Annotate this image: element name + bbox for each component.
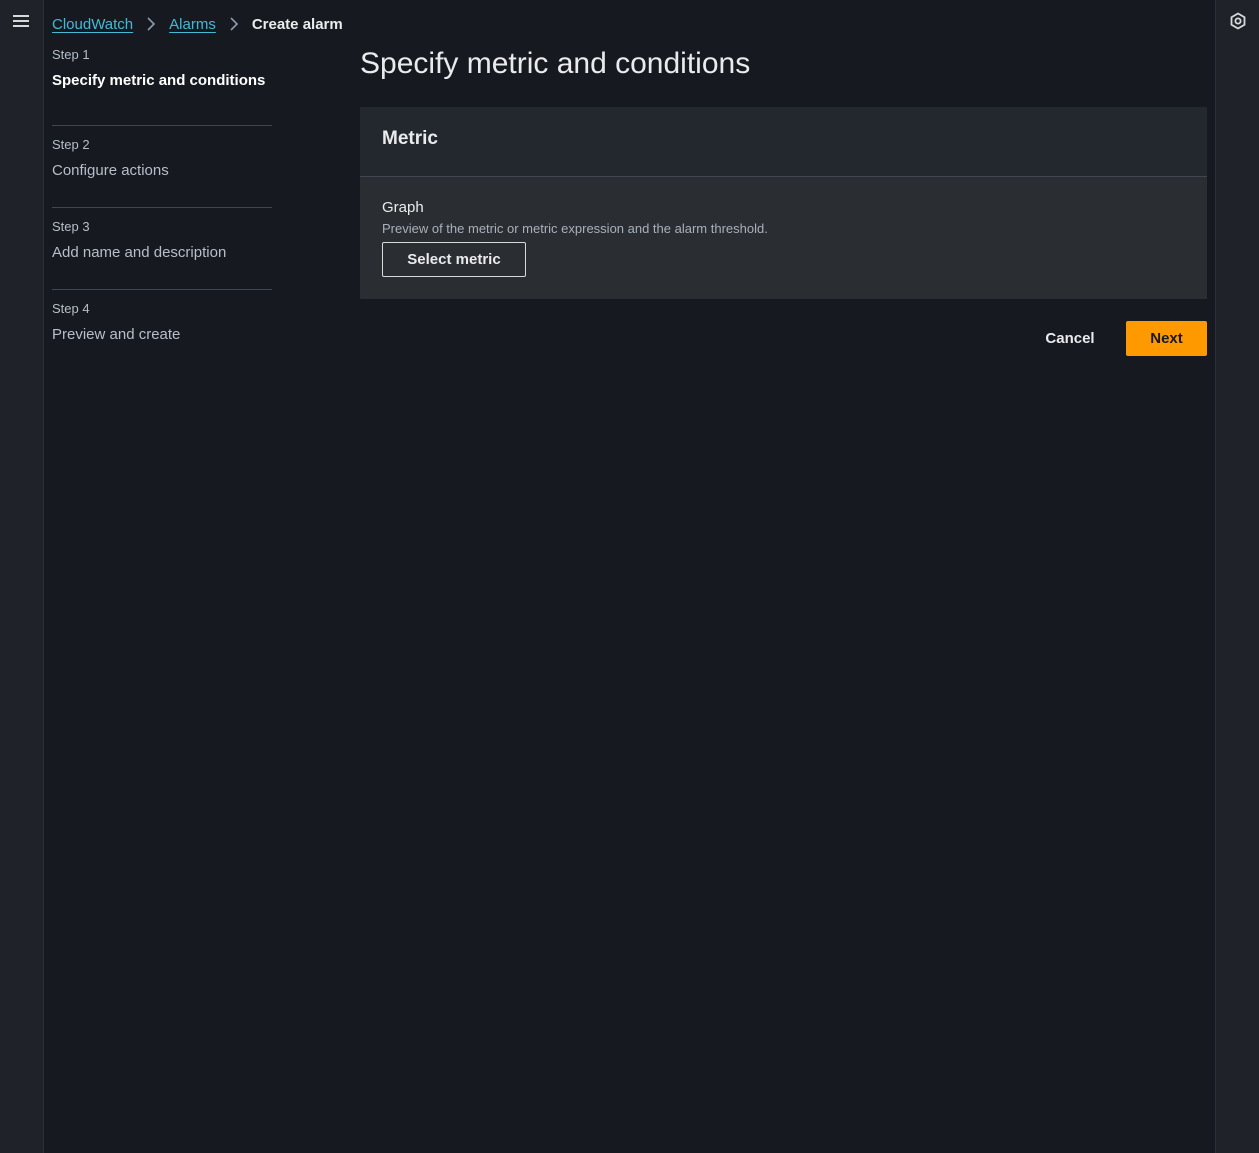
chevron-right-icon: [147, 17, 156, 31]
help-settings-icon[interactable]: [1229, 12, 1247, 30]
graph-label: Graph: [382, 199, 424, 216]
step-number: Step 3: [52, 219, 90, 234]
wizard-step-2: Step 2 Configure actions: [52, 126, 272, 208]
step-number: Step 4: [52, 301, 90, 316]
breadcrumb-link-cloudwatch[interactable]: CloudWatch: [52, 16, 133, 33]
panel-header: Metric: [360, 107, 1207, 177]
step-title: Preview and create: [52, 326, 181, 343]
step-title: Specify metric and conditions: [52, 72, 266, 89]
breadcrumb-link-alarms[interactable]: Alarms: [169, 16, 216, 33]
wizard-step-1: Step 1 Specify metric and conditions: [52, 44, 272, 126]
step-title: Configure actions: [52, 162, 169, 179]
wizard-step-3: Step 3 Add name and description: [52, 208, 272, 290]
step-number: Step 1: [52, 47, 90, 62]
select-metric-button[interactable]: Select metric: [382, 242, 526, 277]
cancel-button[interactable]: Cancel: [1034, 321, 1106, 356]
left-navigation-rail: [0, 0, 44, 1153]
graph-description: Preview of the metric or metric expressi…: [382, 221, 768, 236]
wizard-step-4: Step 4 Preview and create: [52, 290, 272, 372]
hamburger-menu-icon[interactable]: [12, 13, 30, 29]
right-tools-rail: [1215, 0, 1259, 1153]
breadcrumb-current: Create alarm: [251, 15, 343, 33]
breadcrumb: CloudWatch Alarms Create alarm: [52, 14, 343, 34]
next-button[interactable]: Next: [1126, 321, 1207, 356]
step-number: Step 2: [52, 137, 90, 152]
page-title: Specify metric and conditions: [360, 47, 751, 80]
metric-panel: Metric Graph Preview of the metric or me…: [360, 107, 1207, 299]
wizard-steps: Step 1 Specify metric and conditions Ste…: [52, 44, 272, 372]
chevron-right-icon: [230, 17, 238, 31]
step-title: Add name and description: [52, 244, 227, 261]
